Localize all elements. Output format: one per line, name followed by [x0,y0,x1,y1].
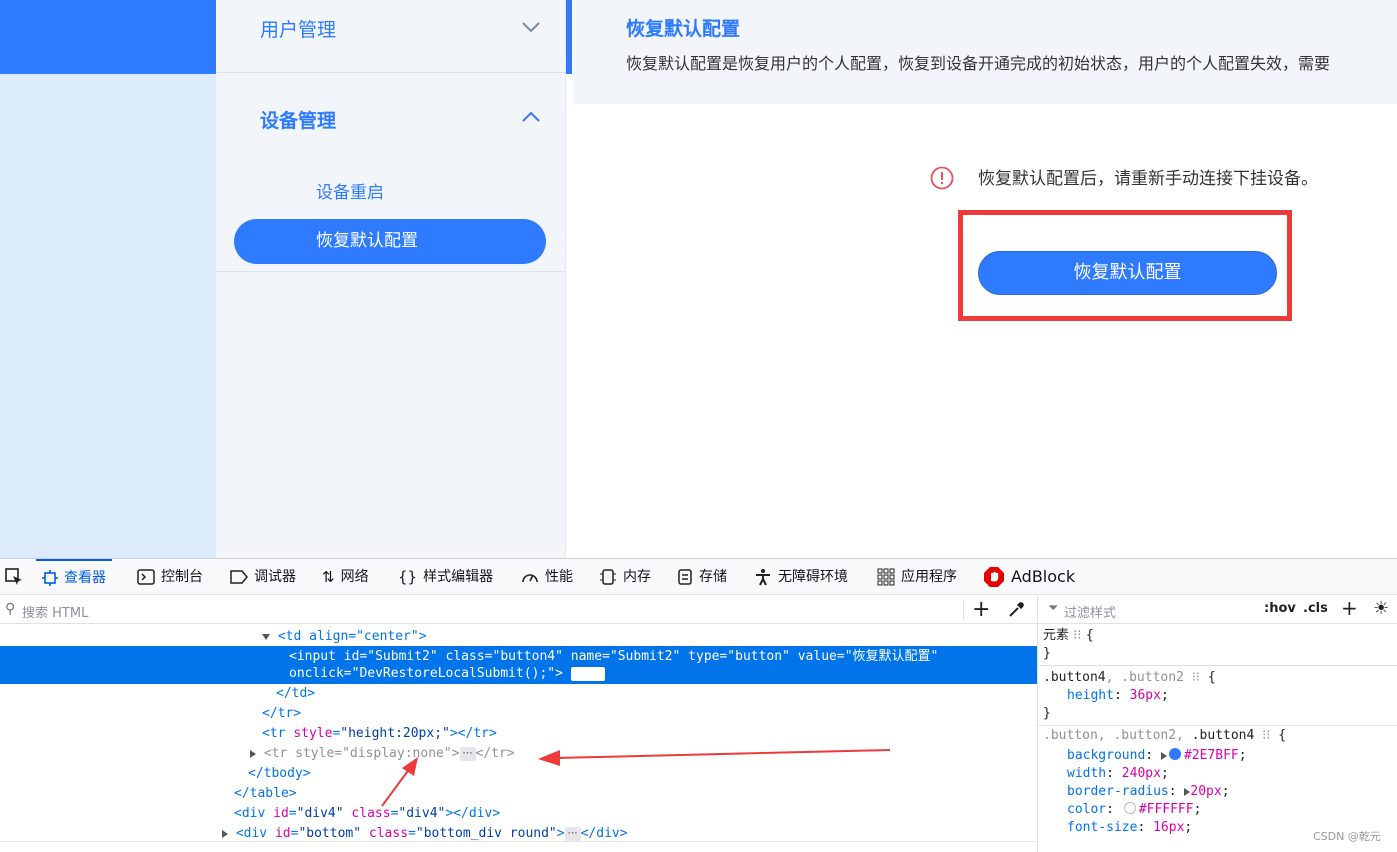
nav-group-label: 设备管理 [260,110,337,132]
sidebar-nav: 用户管理 设备管理 设备重启 恢复默认配置 [216,0,566,558]
tab-label: AdBlock [1011,567,1076,586]
tab-label: 查看器 [64,570,106,586]
rule-divider [1038,725,1397,726]
tab-network[interactable]: ⇅ 网络 [322,559,369,595]
tab-label: 样式编辑器 [423,569,494,585]
filter-styles-input[interactable]: 过滤样式 [1064,602,1116,621]
content-header: 恢复默认配置 恢复默认配置是恢复用户的个人配置，恢复到设备开通完成的初始状态，用… [573,0,1397,104]
tab-style-editor[interactable]: {} 样式编辑器 [398,559,493,595]
add-node-icon[interactable]: + [972,597,990,622]
router-web-ui: 用户管理 设备管理 设备重启 恢复默认配置 恢复默认配置 恢复默认配置是恢复用户… [0,0,1397,558]
tab-performance[interactable]: 性能 [521,559,573,595]
nav-group-label: 用户管理 [260,19,337,41]
tab-inspector[interactable]: 查看器 [36,559,112,595]
watermark: CSDN @乾元 [1313,830,1381,843]
tab-label: 控制台 [161,569,203,585]
rule2-declaration-border-radius[interactable]: border-radius: 20px; [1067,783,1230,801]
application-icon [877,568,895,586]
add-rule-icon[interactable]: + [1341,596,1358,620]
annotation-arrows [381,749,891,807]
search-icon: ⚲ [5,601,16,617]
rule2-declaration-background[interactable]: background: #2E7BFF; [1067,747,1247,765]
rule2-selector[interactable]: .button, .button2, .button4 ⁝⁝ { [1043,727,1286,745]
console-icon [137,569,155,585]
page-description: 恢复默认配置是恢复用户的个人配置，恢复到设备开通完成的初始状态，用户的个人配置失… [626,54,1331,73]
rule-divider [1038,665,1397,666]
chevron-up-icon [522,111,540,122]
tab-label: 内存 [623,569,651,585]
color-swatch[interactable] [1168,748,1181,760]
color-swatch[interactable] [1123,802,1136,814]
rule-brace-close: } [1043,646,1051,661]
page-title: 恢复默认配置 [626,18,741,40]
markup-tree: <td align="center"> <input id="Submit2" … [0,625,1037,852]
rule-brace-close: } [1043,706,1051,721]
tab-storage[interactable]: 存储 [677,559,727,595]
tab-adblock[interactable]: AdBlock [983,559,1075,595]
debugger-icon [230,570,248,584]
rule1-declaration[interactable]: height: 36px; [1067,687,1169,705]
tab-memory[interactable]: 内存 [599,559,651,595]
css-rules-panel: ⏷ 过滤样式 :hov .cls + ☀ 元素 ⁝⁝ { } .button4,… [1038,596,1397,852]
devtools-panel: 查看器 控制台 调试器 ⇅ 网络 {} 样式编辑器 性能 内存 存储 无障碍环境… [0,558,1397,852]
tab-label: 存储 [699,569,727,585]
tab-console[interactable]: 控制台 [137,559,203,595]
devtools-tabbar: 查看器 控制台 调试器 ⇅ 网络 {} 样式编辑器 性能 内存 存储 无障碍环境… [0,559,1397,595]
tab-accessibility[interactable]: 无障碍环境 [754,559,848,595]
search-input[interactable]: 搜索 HTML [22,602,88,621]
nav-divider [216,271,566,272]
left-strip [0,0,216,558]
tab-label: 应用程序 [901,569,957,585]
warning-text: 恢复默认配置后，请重新手动连接下挂设备。 [978,169,1318,189]
element-picker-icon[interactable] [4,567,24,587]
rule2-declaration-font-size[interactable]: font-size: 16px; [1067,819,1192,837]
adblock-icon [984,567,1004,587]
nav-group-user-mgmt[interactable]: 用户管理 [216,0,566,72]
accessibility-icon [756,569,770,586]
tab-application[interactable]: 应用程序 [877,559,957,595]
accent-bar [566,0,572,74]
restore-default-button[interactable]: 恢复默认配置 [978,251,1277,295]
eyedropper-icon[interactable] [1007,601,1025,619]
rule1-selector[interactable]: .button4, .button2 ⁝⁝ { [1043,669,1216,687]
nav-group-device-mgmt[interactable]: 设备管理 [216,73,566,148]
tab-debugger[interactable]: 调试器 [230,559,296,595]
info-icon [930,166,954,190]
memory-icon [600,569,616,585]
sidebar-item-restore-default[interactable]: 恢复默认配置 [234,219,546,264]
sidebar-item-device-restart[interactable]: 设备重启 [316,178,384,203]
horizontal-scrollbar[interactable] [0,841,1037,851]
expand-icon[interactable] [1160,751,1167,760]
filter-icon: ⏷ [1048,601,1059,616]
rules-toolbar: ⏷ 过滤样式 :hov .cls + ☀ [1038,596,1397,624]
rule2-declaration-color[interactable]: color: #FFFFFF; [1067,801,1201,819]
tab-label: 性能 [545,569,573,585]
style-editor-icon: {} [398,568,418,586]
rule2-declaration-width[interactable]: width: 240px; [1067,765,1169,783]
divider [963,600,964,620]
left-strip-header [0,0,216,74]
network-icon: ⇅ [322,568,335,586]
storage-icon [678,569,692,585]
hov-toggle[interactable]: :hov [1264,601,1296,616]
light-theme-icon[interactable]: ☀ [1373,598,1389,619]
performance-icon [522,574,538,583]
html-search-bar: ⚲ 搜索 HTML + [0,596,1037,624]
inspector-icon [42,570,58,586]
chevron-down-icon [522,22,540,33]
cls-toggle[interactable]: .cls [1303,601,1328,616]
element-rule-header: 元素 ⁝⁝ { [1043,628,1094,643]
tab-label: 网络 [340,569,369,585]
tab-label: 调试器 [254,569,296,585]
tab-label: 无障碍环境 [778,569,848,585]
